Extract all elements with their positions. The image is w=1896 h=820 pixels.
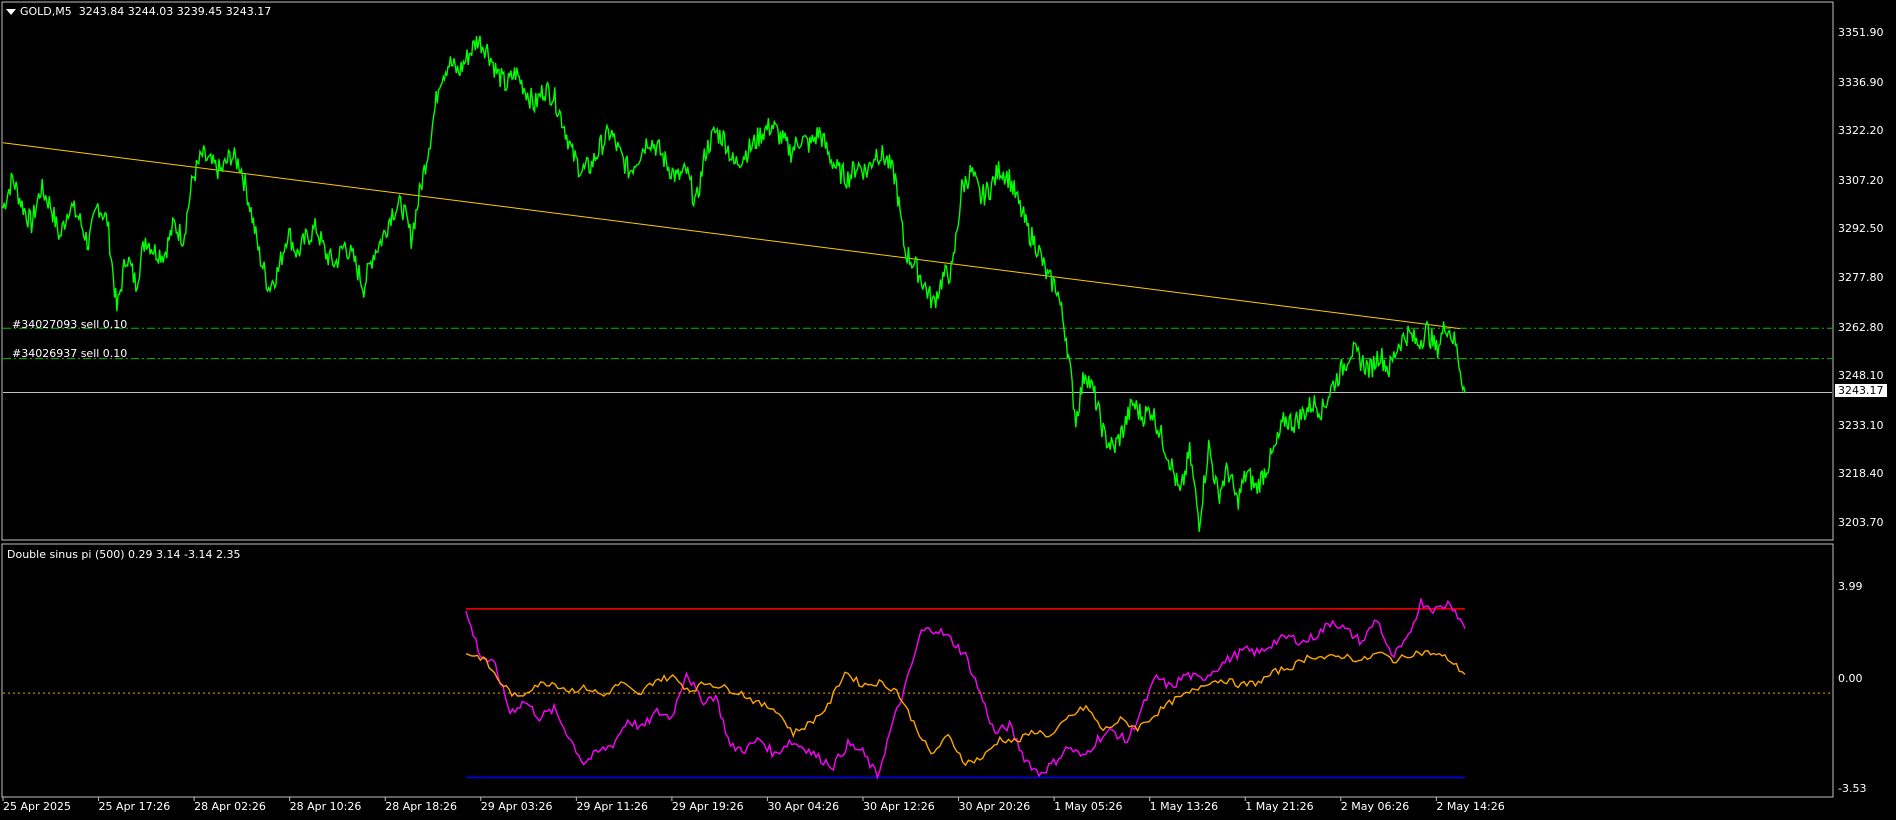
symbol-name: GOLD,M5 — [20, 5, 72, 18]
order-label-1[interactable]: #34027093 sell 0.10 — [12, 318, 127, 331]
chart-canvas[interactable] — [0, 0, 1896, 820]
time-tick-label: 29 Apr 19:26 — [671, 800, 744, 813]
time-tick-label: 29 Apr 03:26 — [480, 800, 553, 813]
price-tick-label: 3248.10 — [1838, 369, 1884, 383]
order-label-2[interactable]: #34026937 sell 0.10 — [12, 347, 127, 360]
time-tick-label: 30 Apr 20:26 — [958, 800, 1031, 813]
indicator-axis-min: -3.53 — [1838, 782, 1867, 795]
price-tick-label: 3262.80 — [1838, 320, 1884, 334]
current-price-tag: 3243.17 — [1835, 384, 1887, 397]
time-tick-label: 25 Apr 17:26 — [98, 800, 171, 813]
price-tick-label: 3233.10 — [1838, 418, 1884, 432]
symbol-header[interactable]: GOLD,M5 3243.84 3244.03 3239.45 3243.17 — [6, 5, 271, 18]
time-tick-label: 28 Apr 18:26 — [385, 800, 457, 813]
price-tick-label: 3277.80 — [1838, 271, 1884, 284]
time-tick-label: 2 May 06:26 — [1340, 800, 1410, 813]
time-tick-label: 30 Apr 04:26 — [767, 800, 840, 813]
price-tick-label: 3218.40 — [1838, 467, 1884, 481]
time-tick-label: 28 Apr 02:26 — [194, 800, 266, 813]
price-tick-label: 3203.70 — [1838, 516, 1884, 529]
indicator-title[interactable]: Double sinus pi (500) 0.29 3.14 -3.14 2.… — [7, 548, 240, 561]
price-tick-label: 3307.20 — [1838, 173, 1884, 187]
indicator-axis-max: 3.99 — [1838, 580, 1863, 593]
time-tick-label: 1 May 05:26 — [1054, 800, 1123, 813]
time-tick-label: 29 Apr 11:26 — [576, 800, 649, 813]
time-tick-label: 28 Apr 10:26 — [289, 800, 362, 813]
ohlc-values: 3243.84 3244.03 3239.45 3243.17 — [78, 5, 272, 18]
time-tick-label: 25 Apr 2025 — [3, 800, 72, 813]
price-tick-label: 3336.90 — [1838, 75, 1884, 89]
time-tick-label: 2 May 14:26 — [1436, 800, 1505, 813]
time-tick-label: 1 May 21:26 — [1245, 800, 1314, 813]
dropdown-triangle-icon[interactable] — [6, 9, 16, 15]
price-tick-label: 3322.20 — [1838, 124, 1884, 138]
indicator-axis-zero: 0.00 — [1838, 672, 1863, 685]
time-tick-label: 30 Apr 12:26 — [863, 800, 935, 813]
price-tick-label: 3292.50 — [1838, 222, 1884, 236]
time-tick-label: 1 May 13:26 — [1149, 800, 1219, 813]
indicator-panel-frame — [1, 543, 1834, 798]
price-tick-label: 3351.90 — [1838, 26, 1884, 39]
